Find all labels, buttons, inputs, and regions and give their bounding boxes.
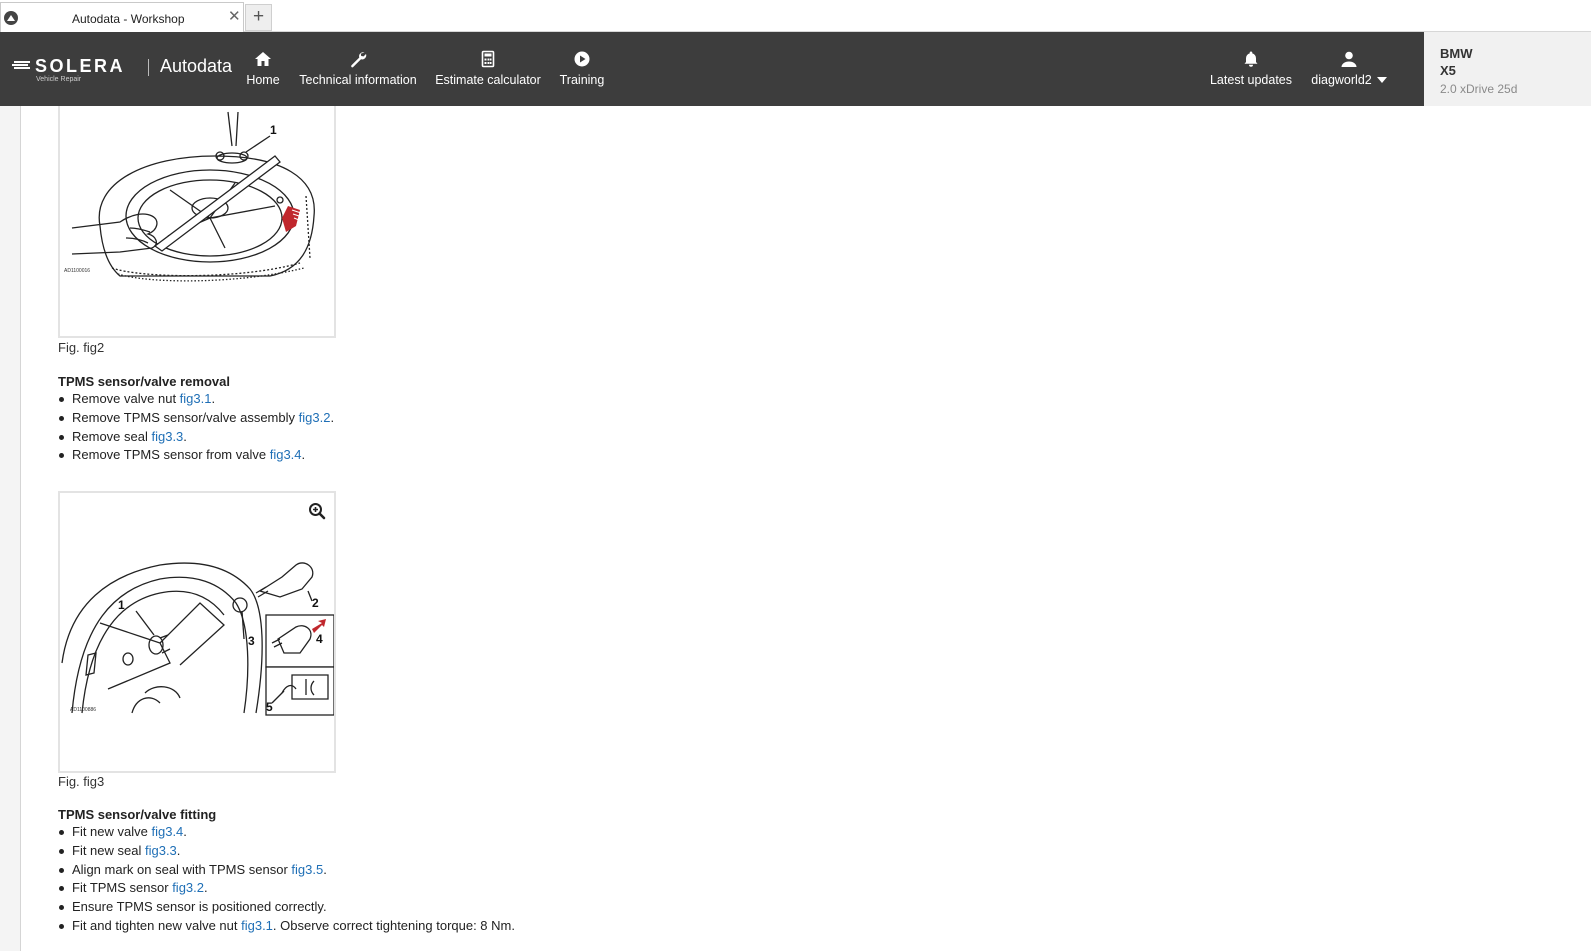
list-item: Remove TPMS sensor from valve fig3.4.	[58, 446, 334, 465]
nav-updates-label: Latest updates	[1209, 73, 1292, 87]
browser-tab[interactable]: Autodata - Workshop ✕	[0, 2, 244, 32]
play-icon	[574, 51, 590, 67]
fig-link[interactable]: fig3.2	[299, 410, 331, 425]
fig-link[interactable]: fig3.1	[180, 391, 212, 406]
new-tab-button[interactable]: +	[245, 4, 272, 31]
fig3-ref-code: AD1100886	[70, 707, 96, 713]
nav-training[interactable]: Training	[558, 32, 606, 106]
fig2-illustration: 1 AD1100016	[64, 111, 315, 282]
fig3-callout-3: 3	[248, 634, 255, 648]
fig-link[interactable]: fig3.3	[145, 843, 177, 858]
solera-mark-icon	[12, 61, 30, 69]
nav-training-label: Training	[559, 73, 605, 87]
list-item: Align mark on seal with TPMS sensor fig3…	[59, 861, 515, 880]
list-item: Remove valve nut fig3.1.	[58, 390, 334, 409]
list-item: Ensure TPMS sensor is positioned correct…	[59, 898, 515, 917]
brand-name: SOLERA	[35, 56, 126, 76]
removal-steps-list: Remove valve nut fig3.1. Remove TPMS sen…	[58, 390, 334, 465]
left-sidebar-rail	[0, 106, 21, 951]
list-item: Fit TPMS sensor fig3.2.	[59, 879, 515, 898]
removal-title: TPMS sensor/valve removal	[58, 374, 230, 389]
fig-link[interactable]: fig3.5	[291, 862, 323, 877]
fitting-steps-list: Fit new valve fig3.4. Fit new seal fig3.…	[59, 823, 515, 936]
home-icon	[255, 52, 271, 66]
list-item: Fit and tighten new valve nut fig3.1. Ob…	[59, 917, 515, 936]
tab-title: Autodata - Workshop	[72, 12, 185, 26]
fig3-caption: Fig. fig3	[58, 774, 105, 789]
calculator-icon	[481, 50, 495, 68]
fig3-callout-4: 4	[316, 632, 323, 646]
fig3-callout-1: 1	[118, 598, 125, 612]
fig-link[interactable]: fig3.1	[241, 918, 273, 933]
nav-home-label: Home	[246, 73, 280, 87]
top-navbar: SOLERA Vehicle Repair Autodata Home Tech…	[0, 32, 1424, 106]
fig-link[interactable]: fig3.3	[151, 429, 183, 444]
nav-home[interactable]: Home	[240, 32, 286, 106]
fig-link[interactable]: fig3.4	[151, 824, 183, 839]
list-item: Remove TPMS sensor/valve assembly fig3.2…	[58, 409, 334, 428]
nav-technical-label: Technical information	[299, 73, 417, 87]
brand-divider	[148, 59, 149, 76]
fig3-callout-5: 5	[266, 700, 273, 714]
user-menu-label: diagworld2	[1310, 73, 1388, 87]
wrench-icon	[351, 52, 367, 68]
user-icon	[1341, 51, 1357, 67]
brand-subtitle: Vehicle Repair	[36, 76, 82, 83]
list-item: Fit new seal fig3.3.	[59, 842, 515, 861]
nav-latest-updates[interactable]: Latest updates	[1209, 32, 1293, 106]
bell-icon	[1244, 51, 1258, 67]
nav-estimate-label: Estimate calculator	[435, 73, 541, 87]
list-item: Remove seal fig3.3.	[58, 428, 334, 447]
figure-fig2[interactable]: 1 AD1100016	[58, 106, 336, 338]
username: diagworld2	[1311, 73, 1372, 87]
close-tab-icon[interactable]: ✕	[228, 9, 241, 25]
fitting-title: TPMS sensor/valve fitting	[58, 807, 217, 822]
procedure-content: 1 AD1100016 Fig. fig2 TPMS sensor/valve …	[22, 106, 1591, 951]
autodata-favicon-icon	[4, 11, 18, 25]
fig2-caption: Fig. fig2	[58, 340, 105, 355]
vehicle-panel[interactable]: BMW X5 2.0 xDrive 25d	[1424, 32, 1591, 106]
vehicle-variant: 2.0 xDrive 25d	[1440, 82, 1518, 96]
user-menu[interactable]: diagworld2	[1310, 32, 1388, 106]
fig-link[interactable]: fig3.2	[172, 880, 204, 895]
figure-fig3[interactable]: 1 2 3 4 5 AD1100886	[58, 491, 336, 773]
fig2-ref-code: AD1100016	[64, 268, 90, 274]
fig3-callout-2: 2	[312, 596, 319, 610]
fig-link[interactable]: fig3.4	[270, 447, 302, 462]
fig3-illustration: 1 2 3 4 5 AD1100886	[61, 562, 334, 716]
nav-technical-information[interactable]: Technical information	[298, 32, 418, 106]
vehicle-make: BMW	[1440, 46, 1473, 61]
list-item: Fit new valve fig3.4.	[59, 823, 515, 842]
brand-product: Autodata	[160, 56, 233, 76]
fig2-callout-1: 1	[270, 123, 277, 137]
browser-tab-strip: Autodata - Workshop ✕ +	[0, 0, 1591, 32]
vehicle-model: X5	[1440, 63, 1456, 78]
nav-estimate-calculator[interactable]: Estimate calculator	[435, 32, 541, 106]
chevron-down-icon	[1376, 77, 1387, 83]
